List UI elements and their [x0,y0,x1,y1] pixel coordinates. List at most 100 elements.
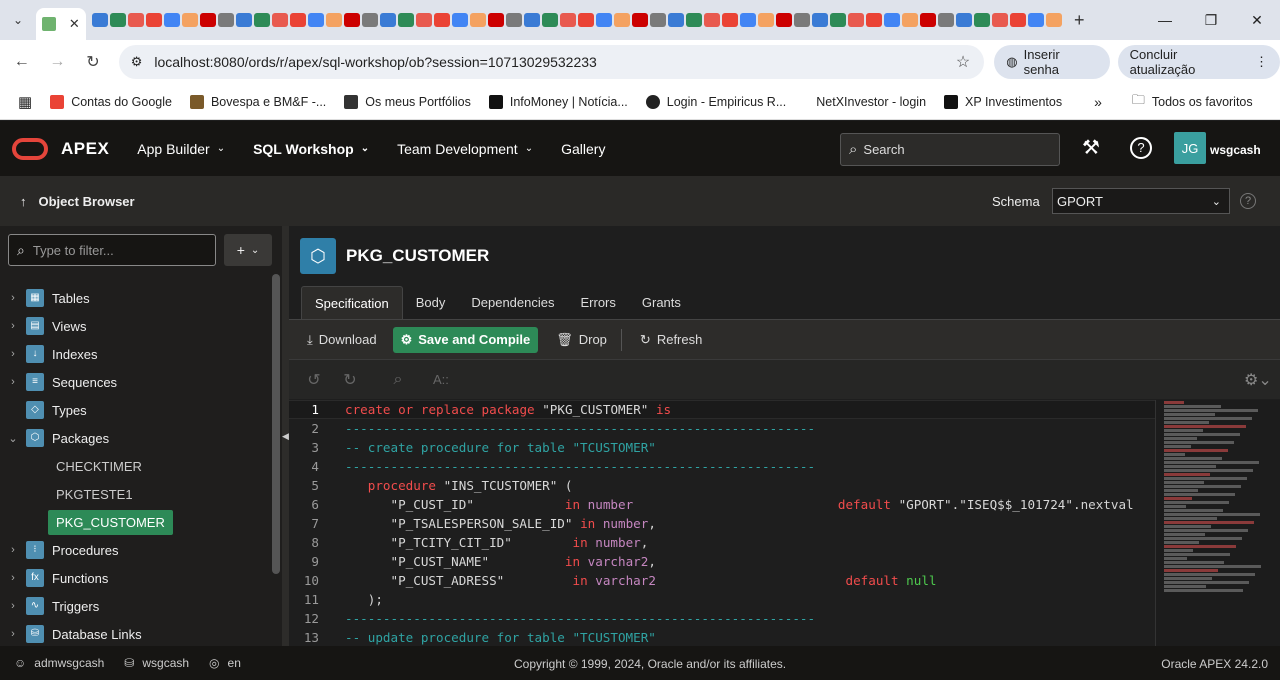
chevron-right-icon[interactable]: › [0,572,26,584]
url-field[interactable]: ⚙ localhost:8080/ords/r/apex/sql-worksho… [118,45,985,79]
tab-favicon-icon[interactable] [794,13,810,27]
bookmark-item[interactable]: Login - Empiricus R... [645,94,786,109]
code-line[interactable]: 5 procedure "INS_TCUSTOMER" ( [289,476,1155,495]
tab-favicon-icon[interactable] [686,13,702,27]
tree-node-sequences[interactable]: › ≡ Sequences [0,368,270,396]
code-line[interactable]: 1 create or replace package "PKG_CUSTOMER… [289,400,1155,419]
footer-language[interactable]: ◎ en [209,656,241,670]
tab-dependencies[interactable]: Dependencies [458,286,567,319]
save-compile-button[interactable]: ⚙ Save and Compile [392,326,539,353]
drop-button[interactable]: 🗑 Drop [556,332,607,348]
tab-favicon-icon[interactable] [758,13,774,27]
tab-favicon-icon[interactable] [884,13,900,27]
create-object-button[interactable]: + ⌄ [224,234,272,266]
tab-favicon-icon[interactable] [254,13,270,27]
active-browser-tab[interactable]: ✕ [36,8,86,40]
tree-node-database-links[interactable]: › ⛁ Database Links [0,620,270,648]
tab-favicon-icon[interactable] [434,13,450,27]
help-icon[interactable]: ? [1130,137,1152,159]
download-button[interactable]: ⤓ Download [307,332,377,348]
more-bookmarks-icon[interactable]: » [1094,94,1102,110]
editor-settings-icon[interactable]: ⚙⌄ [1244,370,1272,390]
tree-node-tables[interactable]: › ▦ Tables [0,284,270,312]
tree-node-procedures[interactable]: › ⁝ Procedures [0,536,270,564]
sidebar-scrollbar[interactable] [272,274,280,574]
tab-favicon-icon[interactable] [974,13,990,27]
tab-favicon-icon[interactable] [218,13,234,27]
tab-favicon-icon[interactable] [830,13,846,27]
tree-node-package-item[interactable]: PKGTESTE1 [0,480,270,508]
tab-favicon-icon[interactable] [956,13,972,27]
undo-icon[interactable]: ↺ [303,370,325,390]
tab-grants[interactable]: Grants [629,286,694,319]
tab-favicon-icon[interactable] [308,13,324,27]
tree-node-package-item[interactable]: CHECKTIMER [0,452,270,480]
tab-favicon-icon[interactable] [560,13,576,27]
chevron-right-icon[interactable]: › [0,544,26,556]
tab-favicon-icon[interactable] [182,13,198,27]
tree-node-triggers[interactable]: › ∿ Triggers [0,592,270,620]
tab-favicon-icon[interactable] [452,13,468,27]
bookmark-item[interactable]: Contas do Google [50,94,172,109]
font-size-button[interactable]: A:: [433,372,449,387]
tab-favicon-icon[interactable] [128,13,144,27]
code-line[interactable]: 12 --------------------------------------… [289,609,1155,628]
tab-favicon-icon[interactable] [524,13,540,27]
schema-help-icon[interactable]: ? [1240,193,1256,209]
tab-favicon-icon[interactable] [776,13,792,27]
tab-favicon-icon[interactable] [92,13,108,27]
chevron-right-icon[interactable]: › [0,628,26,640]
app-title[interactable]: APEX [61,139,109,159]
chevron-down-icon[interactable]: ⌄ [0,432,26,445]
code-editor[interactable]: 1 create or replace package "PKG_CUSTOMER… [289,400,1155,646]
more-menu-icon[interactable]: ⋮ [1255,54,1268,70]
tab-specification[interactable]: Specification [301,286,403,319]
chevron-right-icon[interactable]: › [0,376,26,388]
chevron-right-icon[interactable]: › [0,600,26,612]
schema-select[interactable]: GPORT ⌄ [1052,188,1230,214]
tree-node-packages[interactable]: ⌄ ⬡ Packages [0,424,270,452]
code-minimap[interactable] [1155,400,1280,646]
code-line[interactable]: 3 -- create procedure for table "TCUSTOME… [289,438,1155,457]
code-line[interactable]: 11 ); [289,590,1155,609]
tab-search-dropdown-icon[interactable]: ⌄ [0,13,36,27]
code-line[interactable]: 9 "P_CUST_NAME" in varchar2, [289,552,1155,571]
bookmark-item[interactable]: Bovespa e BM&F -... [189,94,326,109]
update-button[interactable]: Concluir atualização ⋮ [1117,45,1280,79]
object-browser-title[interactable]: ↑ Object Browser [20,194,135,209]
tab-favicon-icon[interactable] [164,13,180,27]
chevron-right-icon[interactable]: › [0,348,26,360]
tab-favicon-icon[interactable] [416,13,432,27]
menu-gallery[interactable]: Gallery [561,141,605,157]
tab-favicon-icon[interactable] [326,13,342,27]
bookmark-item[interactable]: XP Investimentos [944,94,1062,109]
tab-favicon-icon[interactable] [146,13,162,27]
tab-favicon-icon[interactable] [506,13,522,27]
tab-favicon-icon[interactable] [650,13,666,27]
tab-favicon-icon[interactable] [722,13,738,27]
tab-favicon-icon[interactable] [992,13,1008,27]
code-line[interactable]: 6 "P_CUST_ID" in number default "GPORT".… [289,495,1155,514]
other-tabs[interactable] [92,13,1062,27]
tab-favicon-icon[interactable] [578,13,594,27]
admin-tools-icon[interactable]: ⚒ [1082,135,1100,160]
username[interactable]: wsgcash [1210,143,1261,157]
menu-team-development[interactable]: Team Development ⌄ [397,141,533,157]
filter-input[interactable]: ⌕ Type to filter... [8,234,216,266]
code-line[interactable]: 10 "P_CUST_ADRESS" in varchar2 default n… [289,571,1155,590]
tab-favicon-icon[interactable] [740,13,756,27]
tab-favicon-icon[interactable] [380,13,396,27]
footer-workspace[interactable]: ⛁ wsgcash [124,656,189,670]
tab-favicon-icon[interactable] [704,13,720,27]
tree-node-types[interactable]: ◇ Types [0,396,270,424]
tab-favicon-icon[interactable] [668,13,684,27]
tab-favicon-icon[interactable] [902,13,918,27]
code-line[interactable]: 8 "P_TCITY_CIT_ID" in number, [289,533,1155,552]
avatar[interactable]: JG [1174,132,1206,164]
menu-sql-workshop[interactable]: SQL Workshop ⌄ [253,141,369,157]
tab-favicon-icon[interactable] [200,13,216,27]
tab-favicon-icon[interactable] [362,13,378,27]
tree-node-functions[interactable]: › fx Functions [0,564,270,592]
code-line[interactable]: 7 "P_TSALESPERSON_SALE_ID" in number, [289,514,1155,533]
tab-errors[interactable]: Errors [567,286,628,319]
